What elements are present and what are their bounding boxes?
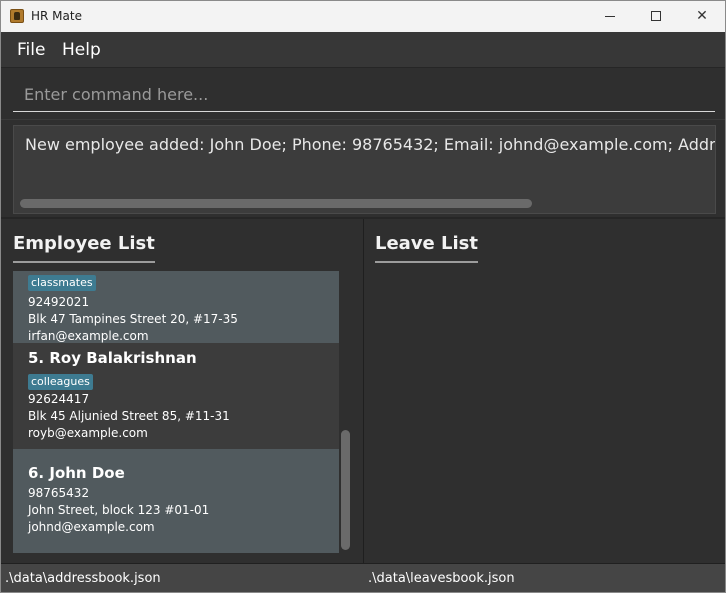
list-item[interactable]: 5. Roy Balakrishnan colleagues 92624417 … bbox=[13, 343, 339, 449]
window-title: HR Mate bbox=[31, 9, 82, 23]
menu-bar: File Help bbox=[1, 32, 725, 68]
status-bar: .\data\addressbook.json .\data\leavesboo… bbox=[1, 563, 725, 592]
tag-badge: classmates bbox=[28, 275, 96, 291]
minimize-icon bbox=[605, 15, 615, 17]
menu-file[interactable]: File bbox=[17, 40, 45, 60]
command-input[interactable] bbox=[13, 78, 715, 112]
app-window: HR Mate ✕ File Help New employee added: … bbox=[0, 0, 726, 593]
employee-address: John Street, block 123 #01-01 bbox=[28, 503, 210, 517]
result-display[interactable]: New employee added: John Doe; Phone: 987… bbox=[13, 125, 716, 214]
horizontal-scrollbar[interactable] bbox=[20, 199, 532, 208]
employee-name: 5. Roy Balakrishnan bbox=[28, 349, 197, 367]
employee-phone: 92492021 bbox=[28, 295, 90, 309]
employee-name: 6. John Doe bbox=[28, 464, 125, 482]
list-item[interactable]: classmates 92492021 Blk 47 Tampines Stre… bbox=[13, 271, 339, 343]
result-text: New employee added: John Doe; Phone: 987… bbox=[25, 135, 716, 154]
maximize-icon bbox=[651, 11, 661, 21]
employee-address: Blk 45 Aljunied Street 85, #11-31 bbox=[28, 409, 230, 423]
menu-help[interactable]: Help bbox=[62, 40, 101, 60]
app-logo-icon bbox=[10, 9, 24, 23]
tag-badge: colleagues bbox=[28, 374, 93, 390]
employee-phone: 92624417 bbox=[28, 392, 90, 406]
command-box bbox=[1, 68, 725, 120]
employee-address: Blk 47 Tampines Street 20, #17-35 bbox=[28, 312, 238, 326]
close-button[interactable]: ✕ bbox=[679, 1, 725, 32]
list-item[interactable]: 6. John Doe 98765432 John Street, block … bbox=[13, 449, 339, 553]
leave-list-title: Leave List bbox=[375, 233, 478, 263]
leave-book-path: .\data\leavesbook.json bbox=[368, 571, 515, 586]
close-icon: ✕ bbox=[696, 8, 708, 24]
employee-email: johnd@example.com bbox=[28, 520, 155, 534]
employee-list: classmates 92492021 Blk 47 Tampines Stre… bbox=[13, 271, 339, 553]
leave-list-panel: Leave List bbox=[364, 219, 725, 563]
employee-email: royb@example.com bbox=[28, 426, 148, 440]
vertical-scrollbar[interactable] bbox=[341, 430, 350, 550]
employee-phone: 98765432 bbox=[28, 486, 90, 500]
employee-list-title: Employee List bbox=[13, 233, 155, 263]
title-bar: HR Mate ✕ bbox=[1, 1, 725, 32]
minimize-button[interactable] bbox=[587, 1, 633, 32]
address-book-path: .\data\addressbook.json bbox=[5, 571, 161, 586]
maximize-button[interactable] bbox=[633, 1, 679, 32]
employee-list-panel: Employee List classmates 92492021 Blk 47… bbox=[1, 219, 363, 563]
